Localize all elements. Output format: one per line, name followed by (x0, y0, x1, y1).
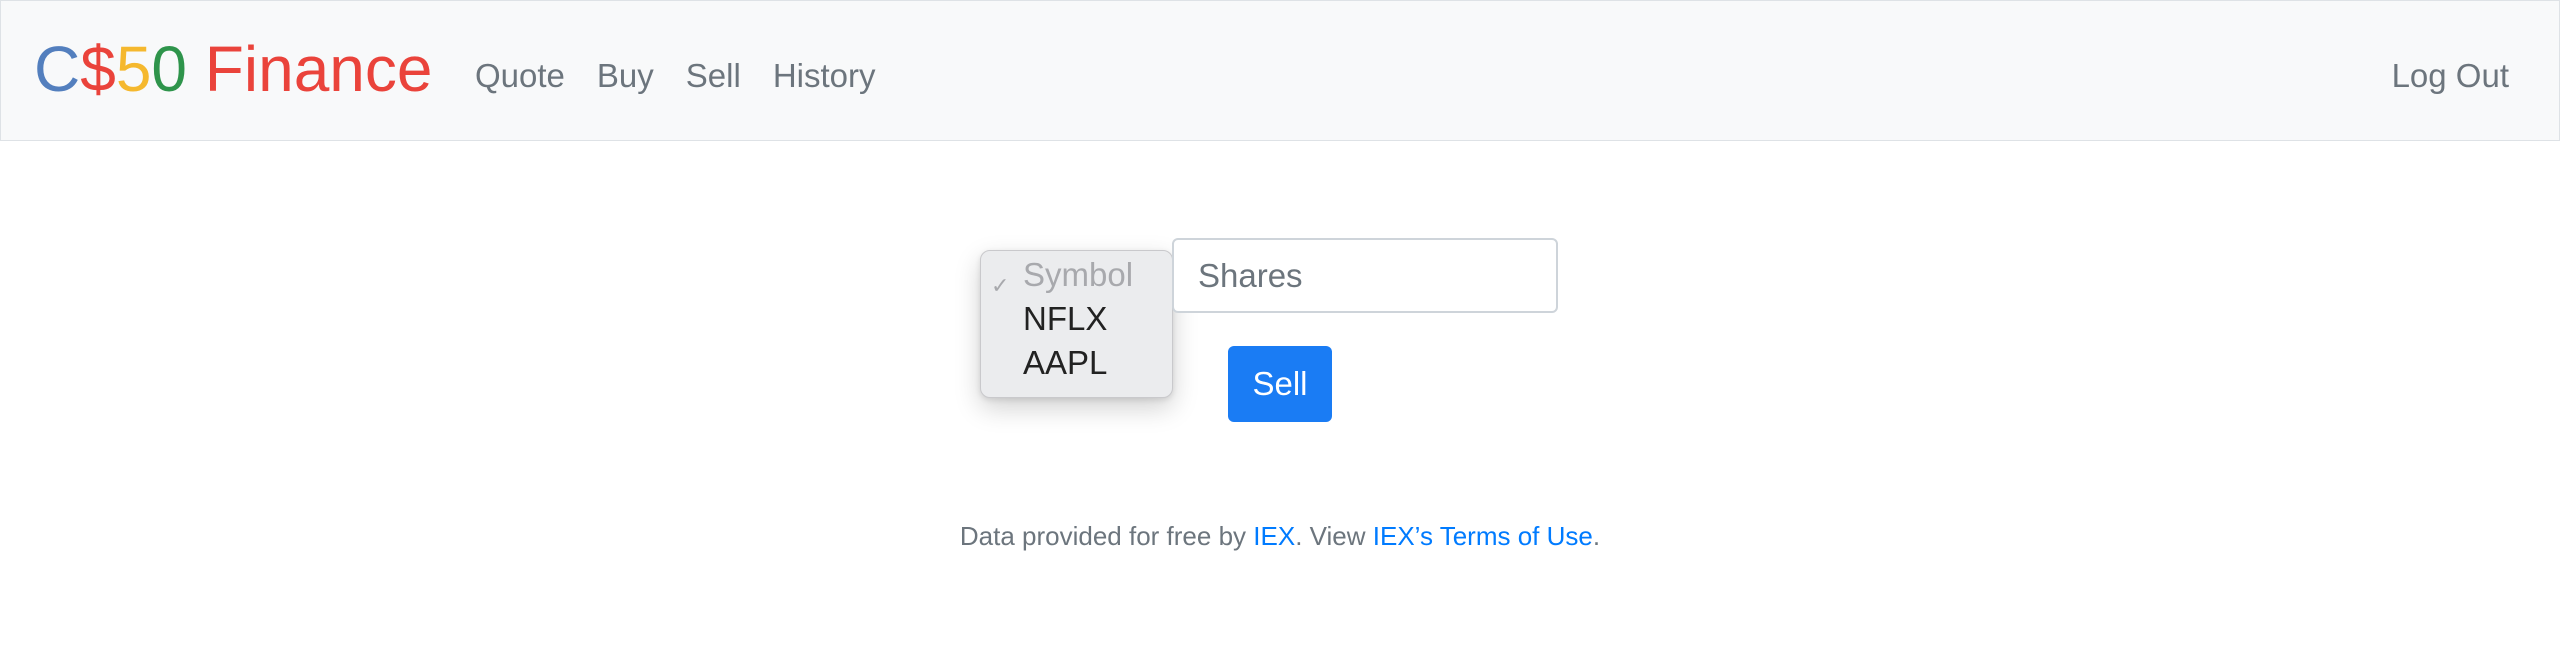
brand-word-finance: Finance (187, 33, 433, 105)
terms-of-use-link[interactable]: IEX’s Terms of Use (1373, 521, 1593, 551)
symbol-option-aapl[interactable]: AAPL (1023, 341, 1107, 385)
logout-link[interactable]: Log Out (2392, 51, 2509, 101)
checkmark-icon: ✓ (991, 273, 1010, 298)
brand-letter-c: C (34, 33, 81, 105)
shares-input[interactable] (1172, 238, 1558, 313)
footer-prefix-text: Data provided for free by (959, 521, 1254, 551)
nav-link-quote[interactable]: Quote (475, 51, 565, 101)
navbar: C$50 Finance Quote Buy Sell History Log … (0, 0, 2560, 141)
nav-links: Quote Buy Sell History (475, 51, 876, 101)
brand-letter-5: 5 (115, 33, 152, 105)
footer-middle-text: . View (1295, 521, 1373, 551)
nav-link-buy[interactable]: Buy (597, 51, 654, 101)
symbol-option-placeholder[interactable]: Symbol (1023, 253, 1133, 297)
nav-link-sell[interactable]: Sell (686, 51, 741, 101)
footer: Data provided for free by IEX. View IEX’… (0, 518, 2560, 554)
brand-letter-dollar: $ (80, 33, 116, 105)
brand-logo-link[interactable]: C$50 Finance (34, 31, 432, 107)
iex-link[interactable]: IEX (1253, 521, 1295, 551)
symbol-dropdown-menu[interactable]: ✓ Symbol NFLX AAPL (980, 250, 1173, 398)
brand-letter-0: 0 (151, 33, 187, 105)
sell-button[interactable]: Sell (1228, 346, 1332, 422)
footer-suffix-text: . (1592, 521, 1601, 551)
symbol-option-nflx[interactable]: NFLX (1023, 297, 1107, 341)
nav-link-history[interactable]: History (773, 51, 876, 101)
